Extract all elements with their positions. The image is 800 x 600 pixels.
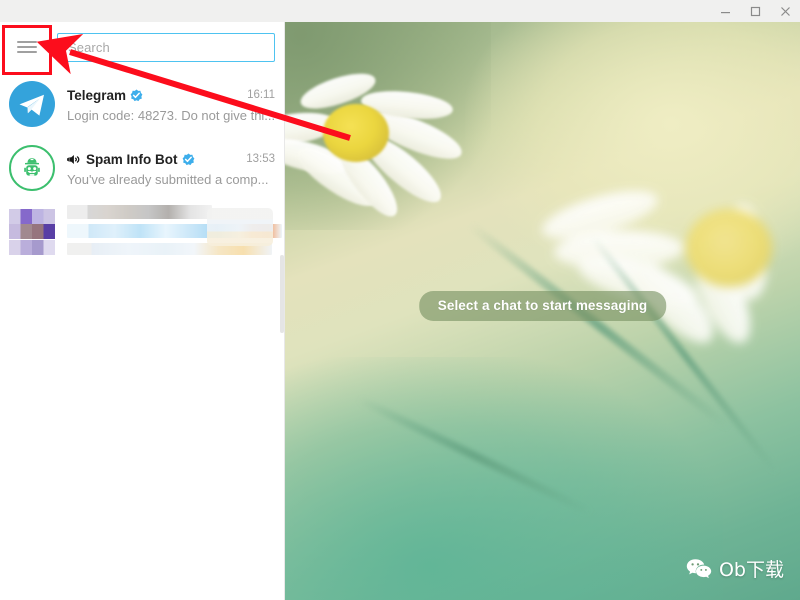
daisy-center-left (323, 104, 389, 162)
chat-item-time: 16:11 (247, 89, 275, 101)
muted-icon (67, 154, 81, 165)
title-bar (0, 0, 800, 22)
chat-item-header: Telegram 16:11 (67, 86, 275, 105)
daisy-center-right (686, 209, 772, 287)
maximize-button[interactable] (740, 0, 770, 22)
censored-avatar (9, 209, 55, 255)
chat-item-header: Spam Info Bot 13:53 (67, 150, 275, 169)
verified-badge-icon (130, 89, 143, 102)
censored-bar (67, 204, 212, 219)
chat-list-scrollbar[interactable] (280, 255, 284, 333)
chat-list-item-censored[interactable] (0, 200, 284, 264)
search-input[interactable]: Search (57, 33, 275, 62)
daisy-flower-left (285, 50, 483, 280)
chat-list-item-telegram[interactable]: Telegram 16:11 Login code: 48273. Do not… (0, 72, 284, 136)
hamburger-menu-icon (17, 38, 37, 56)
sidebar: Search Telegram 16:11 Login code: 48273.… (0, 22, 285, 600)
empty-chat-message: Select a chat to start messaging (418, 291, 667, 321)
chat-list[interactable]: Telegram 16:11 Login code: 48273. Do not… (0, 72, 284, 333)
daisy-flower-right (530, 157, 800, 407)
bot-mascot-icon (9, 145, 55, 191)
close-button[interactable] (770, 0, 800, 22)
chat-item-time: 13:53 (246, 153, 275, 165)
watermark: Ob下载 (686, 555, 784, 582)
chat-item-name: Telegram (67, 87, 127, 103)
hamburger-menu-button[interactable] (4, 24, 50, 70)
watermark-text: Ob下载 (718, 559, 784, 581)
chat-item-preview: You've already submitted a comp... (67, 171, 269, 187)
chat-item-preview: Login code: 48273. Do not give thi... (67, 107, 275, 123)
sidebar-top-bar: Search (0, 22, 284, 72)
minimize-button[interactable] (710, 0, 740, 22)
chat-item-name: Spam Info Bot (86, 151, 178, 167)
chat-list-item-spam-info-bot[interactable]: Spam Info Bot 13:53 You've already submi… (0, 136, 284, 200)
search-placeholder: Search (68, 40, 110, 55)
chat-pane: Select a chat to start messaging Ob下载 (285, 22, 800, 600)
chat-item-body: Spam Info Bot 13:53 You've already submi… (67, 150, 277, 187)
censored-badge (207, 208, 273, 246)
telegram-logo-icon (9, 81, 55, 127)
verified-badge-icon (182, 153, 195, 166)
wechat-icon (686, 558, 712, 580)
telegram-desktop-window: Search Telegram 16:11 Login code: 48273.… (0, 0, 800, 600)
chat-item-body: Telegram 16:11 Login code: 48273. Do not… (67, 86, 277, 123)
